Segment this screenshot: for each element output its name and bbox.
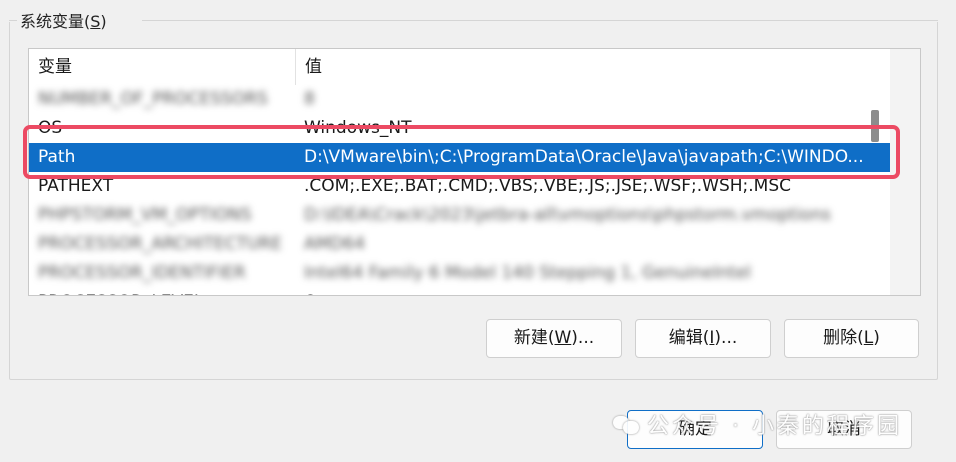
variable-value-cell: 8	[304, 89, 315, 109]
delete-variable-button[interactable]: 删除(L)	[784, 319, 919, 358]
variable-value-cell: .COM;.EXE;.BAT;.CMD;.VBS;.VBE;.JS;.JSE;.…	[304, 176, 792, 196]
variable-value-cell: Intel64 Family 6 Model 140 Stepping 1, G…	[304, 263, 751, 283]
variable-name-cell: Path	[38, 147, 76, 167]
variable-name-cell: PHPSTORM_VM_OPTIONS	[38, 205, 252, 225]
variable-name-cell: PATHEXT	[38, 176, 114, 196]
table-row[interactable]: PHPSTORM_VM_OPTIONS D:\IDEA\Crack\2023\je…	[29, 201, 891, 230]
vertical-scrollbar[interactable]	[890, 49, 920, 295]
variable-value-cell: D:\IDEA\Crack\2023\jetbra-all\vmoptions\…	[304, 205, 831, 225]
table-row[interactable]: PROCESSOR_ARCHITECTURE AMD64	[29, 230, 891, 259]
edit-variable-button[interactable]: 编辑(I)...	[635, 319, 771, 358]
watermark: 公众号 · 小秦的程序园	[613, 404, 902, 444]
table-row[interactable]: PROCESSOR_IDENTIFIER Intel64 Family 6 Mod…	[29, 259, 891, 288]
scrollbar-track[interactable]	[902, 55, 908, 287]
variable-name-cell: PROCESSOR_IDENTIFIER	[38, 263, 246, 283]
column-header-value[interactable]: 值	[296, 49, 891, 85]
variable-name-cell: OS	[38, 118, 63, 138]
variable-value-cell: Windows_NT	[304, 118, 412, 138]
table-row[interactable]: Path D:\VMware\bin\;C:\ProgramData\Oracle…	[29, 143, 891, 172]
system-variables-title: 系统变量(S)	[18, 8, 109, 32]
scrollbar-thumb[interactable]	[871, 110, 879, 142]
column-header-variable[interactable]: 变量	[29, 49, 296, 85]
watermark-text: 公众号 · 小秦的程序园	[647, 414, 902, 439]
group-border-left	[9, 20, 17, 21]
wechat-icon	[613, 414, 639, 434]
system-variables-list[interactable]: 变量 值 NUMBER_OF_PROCESSORS 8 OS Windows_NT Pa…	[28, 48, 921, 296]
variable-name-cell: PROCESSOR_LEVEL	[38, 288, 293, 295]
table-row[interactable]: PROCESSOR_LEVEL 6	[29, 288, 891, 295]
table-row[interactable]: PATHEXT .COM;.EXE;.BAT;.CMD;.VBS;.VBE;.JS…	[29, 172, 891, 201]
variable-name-cell: NUMBER_OF_PROCESSORS	[38, 89, 268, 109]
list-rows: NUMBER_OF_PROCESSORS 8 OS Windows_NT Path D:\…	[29, 85, 891, 295]
list-header: 变量 值	[29, 49, 891, 85]
group-border-right	[142, 20, 938, 21]
variable-value-cell: D:\VMware\bin\;C:\ProgramData\Oracle\Jav…	[304, 147, 864, 167]
variable-name-cell: PROCESSOR_ARCHITECTURE	[38, 234, 282, 254]
variable-value-cell: 6	[304, 288, 884, 295]
new-variable-button[interactable]: 新建(W)...	[486, 319, 622, 358]
variable-value-cell: AMD64	[304, 234, 366, 254]
table-row[interactable]: OS Windows_NT	[29, 114, 891, 143]
table-row[interactable]: NUMBER_OF_PROCESSORS 8	[29, 85, 891, 114]
